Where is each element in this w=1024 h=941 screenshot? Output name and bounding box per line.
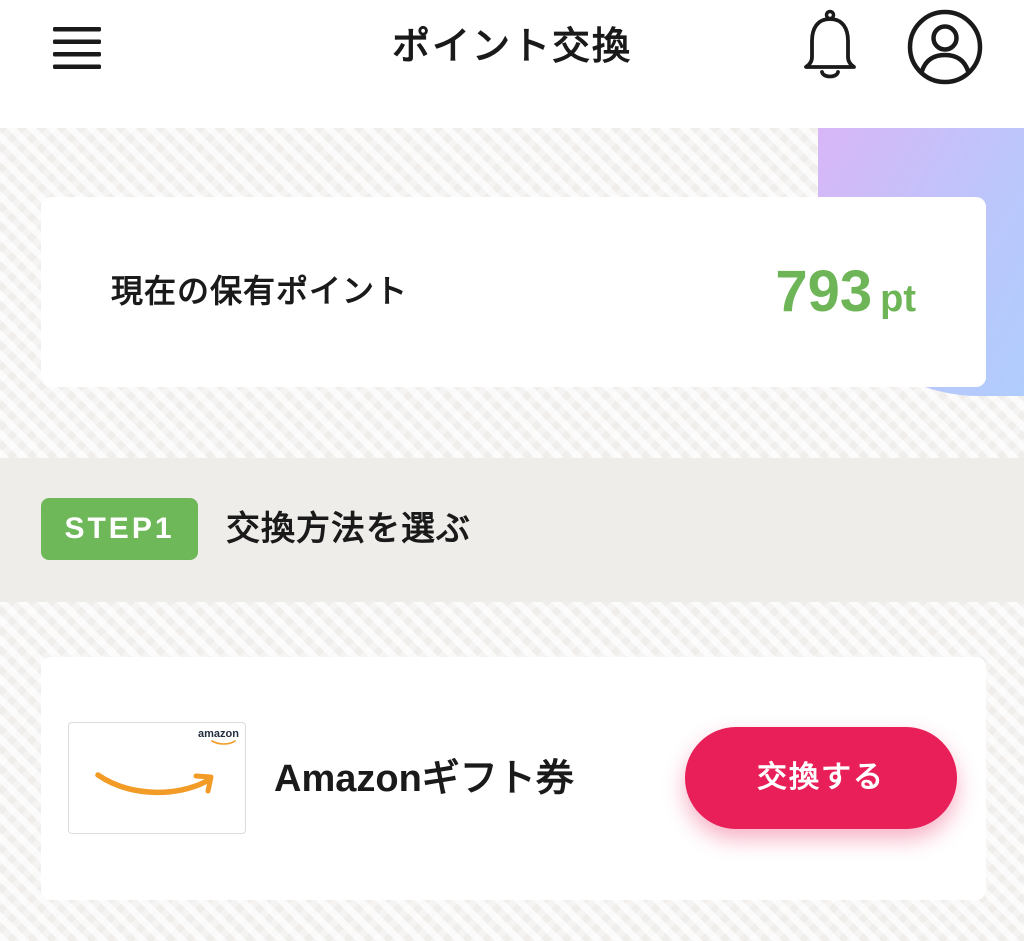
page-title: ポイント交換	[391, 24, 632, 68]
amazon-smile-icon	[95, 772, 214, 796]
amazon-small-smile-icon	[211, 740, 236, 745]
step-title: 交換方法を選ぶ	[226, 509, 471, 549]
notification-button[interactable]	[796, 6, 864, 86]
app-header: ポイント交換	[0, 0, 1024, 128]
exchange-option-card: amazon Amazonギフト券 交換する	[41, 657, 986, 900]
gift-name: Amazonギフト券	[274, 758, 574, 800]
amazon-gift-card-thumbnail: amazon	[68, 722, 246, 834]
points-balance: 793 pt	[775, 257, 916, 327]
points-card: 現在の保有ポイント 793 pt	[41, 197, 986, 387]
account-button[interactable]	[904, 6, 986, 88]
step-header: STEP1 交換方法を選ぶ	[0, 458, 1024, 602]
amazon-logo-text: amazon	[198, 728, 239, 740]
user-icon	[907, 9, 983, 85]
bell-icon	[804, 9, 856, 79]
points-unit: pt	[880, 278, 916, 320]
step-badge: STEP1	[41, 498, 198, 560]
points-label: 現在の保有ポイント	[111, 272, 409, 310]
exchange-button[interactable]: 交換する	[685, 727, 957, 829]
points-value: 793	[775, 259, 873, 324]
